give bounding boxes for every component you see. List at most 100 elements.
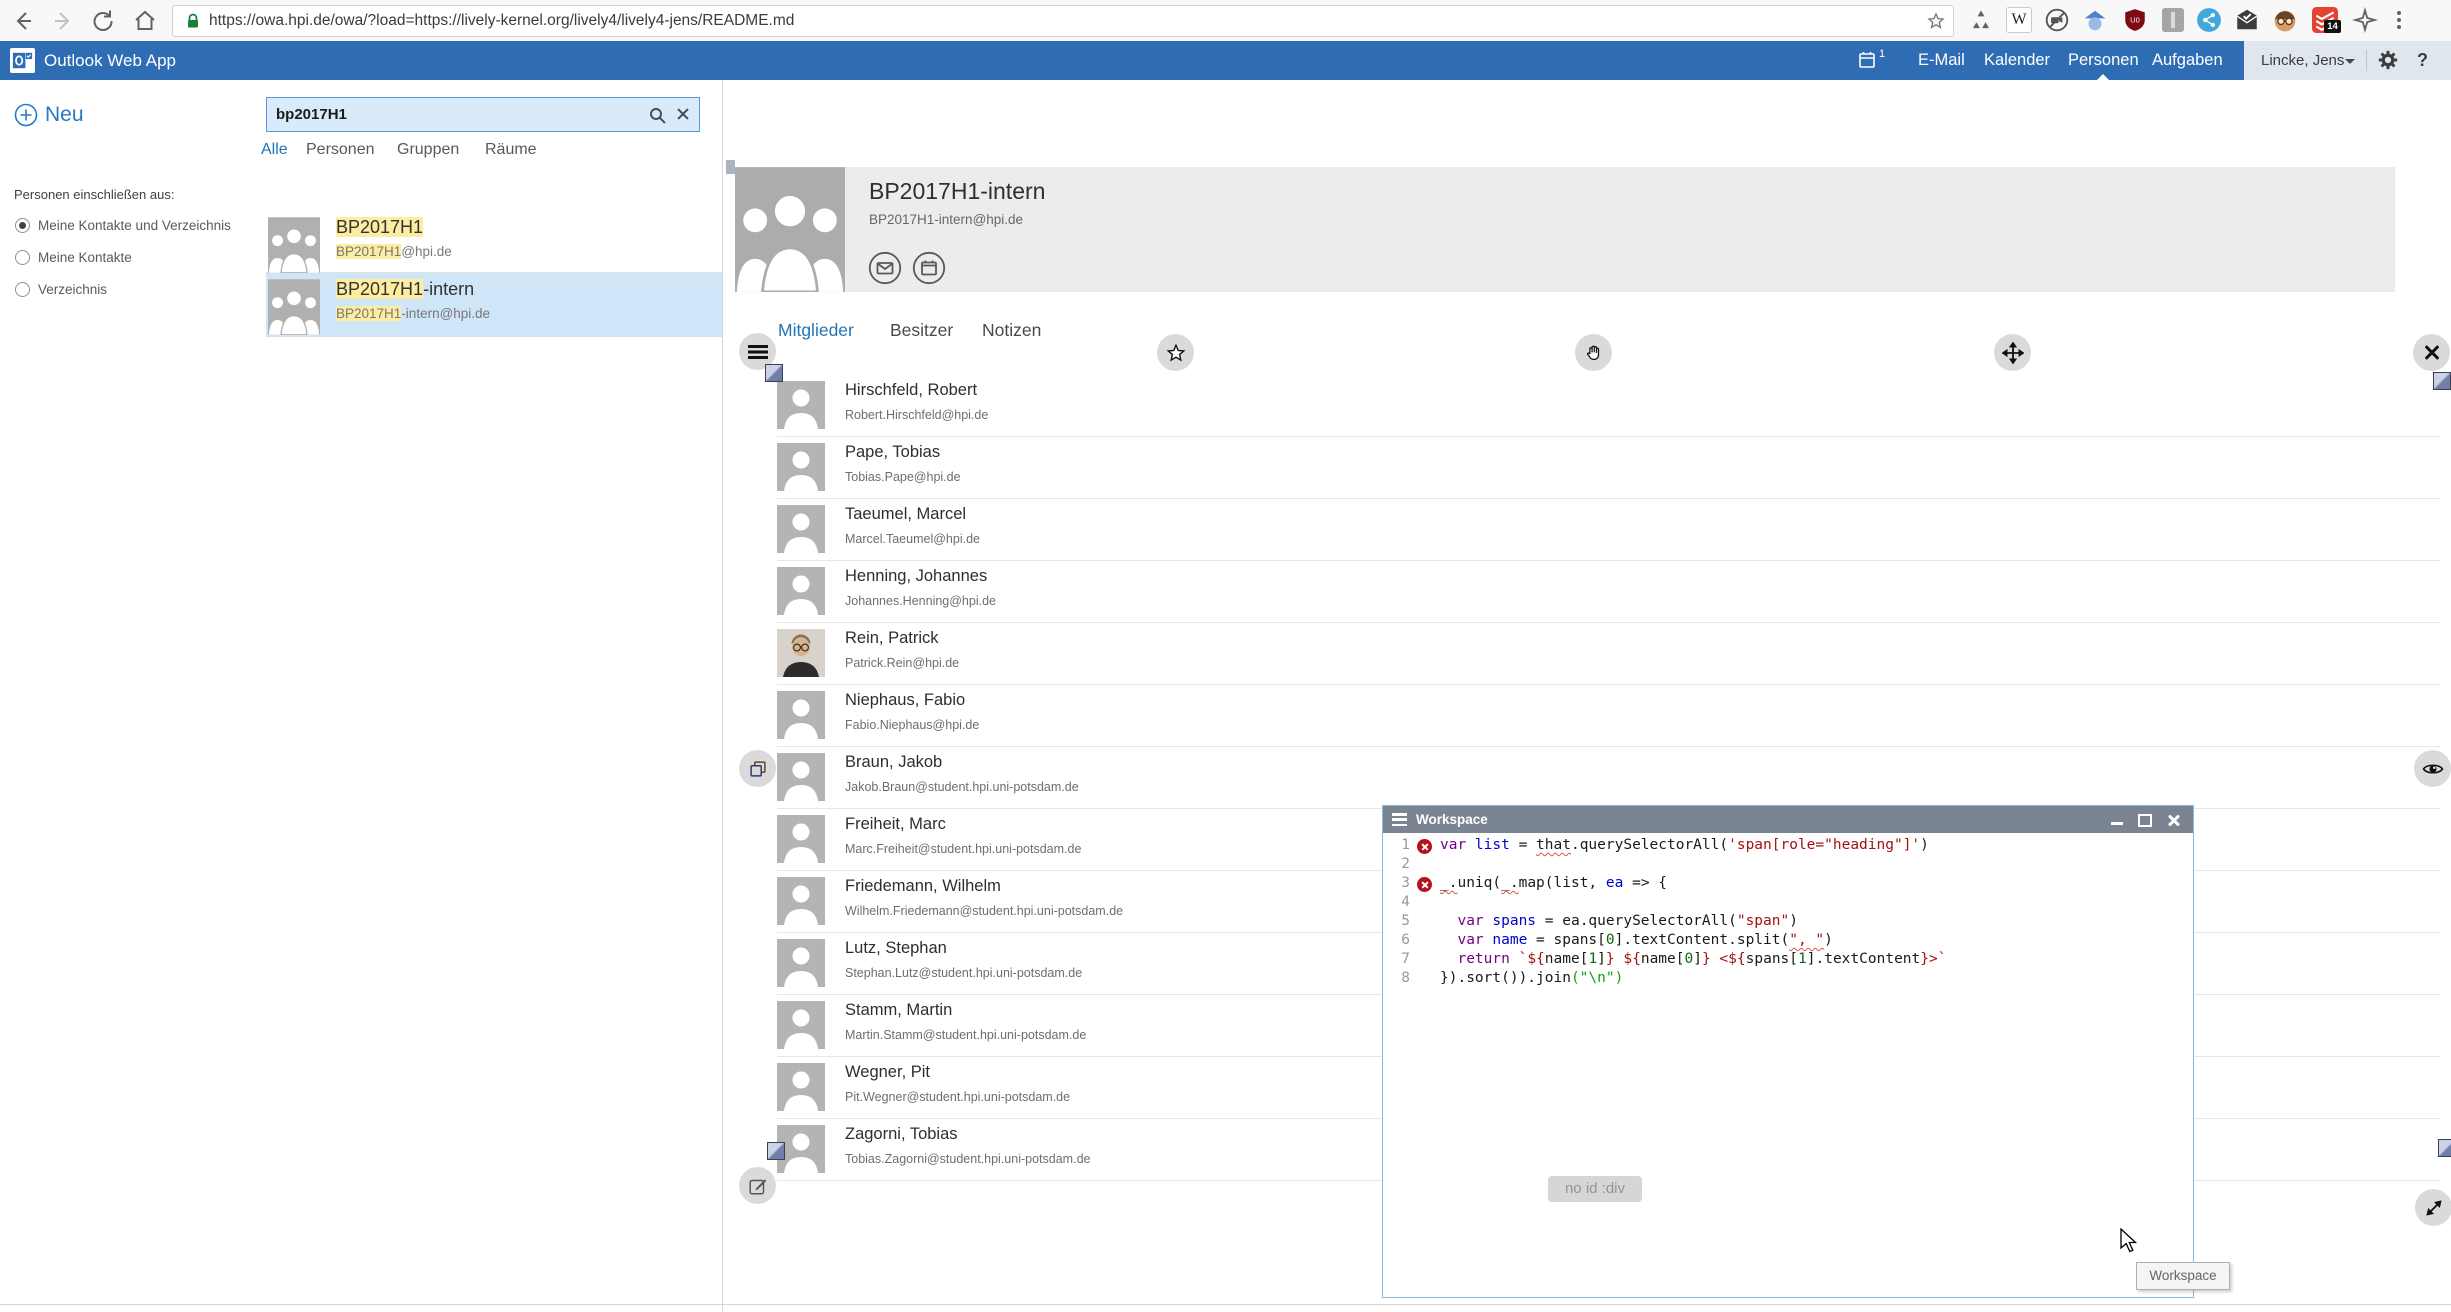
- help-icon[interactable]: ?: [2417, 41, 2428, 80]
- nav-kalender[interactable]: Kalender: [1984, 41, 2050, 80]
- code-line[interactable]: 6 var name = spans[0].textContent.split(…: [1384, 932, 2192, 951]
- minimize-icon[interactable]: [2111, 822, 2123, 825]
- https-lock-icon[interactable]: [184, 12, 202, 30]
- filter-gruppen[interactable]: Gruppen: [397, 141, 459, 159]
- halo-move-button[interactable]: [1994, 334, 2031, 371]
- search-icon[interactable]: [648, 106, 668, 126]
- clear-search-icon[interactable]: [674, 105, 692, 123]
- member-email: Robert.Hirschfeld@hpi.de: [845, 408, 988, 422]
- browser-menu-icon[interactable]: [2396, 8, 2402, 32]
- tab-besitzer[interactable]: Besitzer: [890, 320, 953, 341]
- code-line[interactable]: 4: [1384, 894, 2192, 913]
- owa-header: Outlook Web App 1 E-Mail Kalender Person…: [0, 41, 2451, 80]
- filter-alle[interactable]: Alle: [261, 141, 288, 159]
- filter-personen[interactable]: Personen: [306, 141, 375, 159]
- radio-directory[interactable]: Verzeichnis: [15, 282, 107, 297]
- scholar-icon[interactable]: [2082, 7, 2108, 33]
- app-title: Outlook Web App: [44, 41, 176, 80]
- nav-aufgaben[interactable]: Aufgaben: [2152, 41, 2223, 80]
- filter-raeume[interactable]: Räume: [485, 141, 537, 159]
- code-line[interactable]: 7 return `${name[1]} ${name[0]} <${spans…: [1384, 951, 2192, 970]
- close-icon[interactable]: [2167, 813, 2181, 827]
- todoist-icon[interactable]: 14: [2312, 7, 2338, 33]
- nerd-face-icon[interactable]: [2272, 7, 2298, 33]
- send-mail-icon[interactable]: [868, 251, 902, 285]
- person-avatar-icon: [777, 753, 825, 801]
- todoist-badge: 14: [2324, 20, 2341, 33]
- member-name: Niephaus, Fabio: [845, 691, 965, 710]
- tab-notizen[interactable]: Notizen: [982, 320, 1041, 341]
- bookmark-star-icon[interactable]: [1926, 11, 1946, 31]
- svg-text:U0: U0: [2130, 16, 2140, 25]
- pause-icon[interactable]: [2160, 7, 2186, 33]
- inbox-icon[interactable]: [2234, 7, 2260, 33]
- reminder-calendar-icon[interactable]: 1: [1858, 50, 1885, 70]
- window-title: Workspace: [1416, 806, 1488, 833]
- corner-handle-bottom-right[interactable]: [2438, 1139, 2451, 1157]
- halo-resize-button[interactable]: [2415, 1189, 2451, 1226]
- member-row[interactable]: Rein, Patrick Patrick.Rein@hpi.de: [777, 623, 2440, 685]
- meeting-calendar-icon[interactable]: [912, 251, 946, 285]
- workspace-window: Workspace 1var list = that.querySelector…: [1382, 805, 2194, 1298]
- code-line[interactable]: 3_.uniq(_.map(list, ea => {: [1384, 875, 2192, 894]
- halo-copy-button[interactable]: [739, 750, 776, 787]
- user-menu[interactable]: Lincke, Jens ?: [2244, 41, 2451, 80]
- include-from-label: Personen einschließen aus:: [14, 187, 174, 202]
- tab-mitglieder[interactable]: Mitglieder: [778, 320, 854, 341]
- code-line[interactable]: 5 var spans = ea.querySelectorAll("span"…: [1384, 913, 2192, 932]
- code-editor[interactable]: 1var list = that.querySelectorAll('span[…: [1384, 834, 2192, 1299]
- radio-my-contacts[interactable]: Meine Kontakte: [15, 250, 132, 265]
- member-email: Tobias.Zagorni@student.hpi.uni-potsdam.d…: [845, 1152, 1090, 1166]
- member-row[interactable]: Pape, Tobias Tobias.Pape@hpi.de: [777, 437, 2440, 499]
- reload-icon[interactable]: [90, 8, 116, 34]
- corner-handle-bottom-left[interactable]: [767, 1142, 785, 1160]
- forward-icon[interactable]: [50, 8, 76, 34]
- group-email: BP2017H1-intern@hpi.de: [869, 212, 1023, 227]
- wikipedia-icon[interactable]: W: [2006, 7, 2032, 33]
- ublock-icon[interactable]: U0: [2122, 7, 2148, 33]
- nav-email[interactable]: E-Mail: [1918, 41, 1965, 80]
- member-row[interactable]: Niephaus, Fabio Fabio.Niephaus@hpi.de: [777, 685, 2440, 747]
- recycle-icon[interactable]: [1968, 7, 1994, 33]
- corner-handle-top-right[interactable]: [2433, 372, 2451, 390]
- url-input[interactable]: [207, 7, 1901, 35]
- browser-toolbar: W U0 14: [0, 0, 2451, 42]
- person-avatar-icon: [777, 443, 825, 491]
- radio-icon: [15, 250, 30, 265]
- person-avatar-icon: [777, 815, 825, 863]
- home-icon[interactable]: [132, 8, 158, 34]
- search-result-row[interactable]: BP2017H1 BP2017H1@hpi.de: [266, 211, 722, 273]
- member-row[interactable]: Hirschfeld, Robert Robert.Hirschfeld@hpi…: [777, 375, 2440, 437]
- halo-grab-hand-button[interactable]: [1575, 334, 1612, 371]
- corner-handle-top-left[interactable]: [765, 364, 783, 382]
- halo-inspect-eye-button[interactable]: [2414, 750, 2451, 787]
- gear-icon[interactable]: [2377, 49, 2399, 71]
- share-icon[interactable]: [2196, 7, 2222, 33]
- page-bottom-border: [0, 1304, 2451, 1305]
- halo-close-button[interactable]: [2413, 334, 2450, 371]
- maximize-icon[interactable]: [2138, 814, 2152, 827]
- search-result-row[interactable]: BP2017H1-intern BP2017H1-intern@hpi.de: [266, 273, 722, 337]
- halo-edit-button[interactable]: [739, 1167, 776, 1204]
- window-menu-icon[interactable]: [1392, 813, 1407, 826]
- sparkle-icon[interactable]: [2352, 7, 2378, 33]
- line-number: 6: [1388, 932, 1410, 948]
- nav-personen[interactable]: Personen: [2068, 41, 2139, 80]
- member-row[interactable]: Taeumel, Marcel Marcel.Taeumel@hpi.de: [777, 499, 2440, 561]
- workspace-titlebar[interactable]: Workspace: [1383, 806, 2193, 833]
- address-bar[interactable]: [172, 5, 1954, 37]
- member-row[interactable]: Braun, Jakob Jakob.Braun@student.hpi.uni…: [777, 747, 2440, 809]
- video-off-icon[interactable]: [2044, 7, 2070, 33]
- halo-star-button[interactable]: [1157, 334, 1194, 371]
- scrollbar-thumb[interactable]: [726, 160, 735, 174]
- code-line[interactable]: 2: [1384, 856, 2192, 875]
- person-avatar-icon: [777, 567, 825, 615]
- back-icon[interactable]: [10, 8, 36, 34]
- radio-contacts-and-directory[interactable]: Meine Kontakte und Verzeichnis: [15, 218, 231, 233]
- member-email: Jakob.Braun@student.hpi.uni-potsdam.de: [845, 780, 1079, 794]
- search-input[interactable]: [266, 97, 700, 132]
- code-line[interactable]: 1var list = that.querySelectorAll('span[…: [1384, 837, 2192, 856]
- member-row[interactable]: Henning, Johannes Johannes.Henning@hpi.d…: [777, 561, 2440, 623]
- new-button[interactable]: Neu: [14, 103, 84, 127]
- code-line[interactable]: 8}).sort()).join("\n"): [1384, 970, 2192, 989]
